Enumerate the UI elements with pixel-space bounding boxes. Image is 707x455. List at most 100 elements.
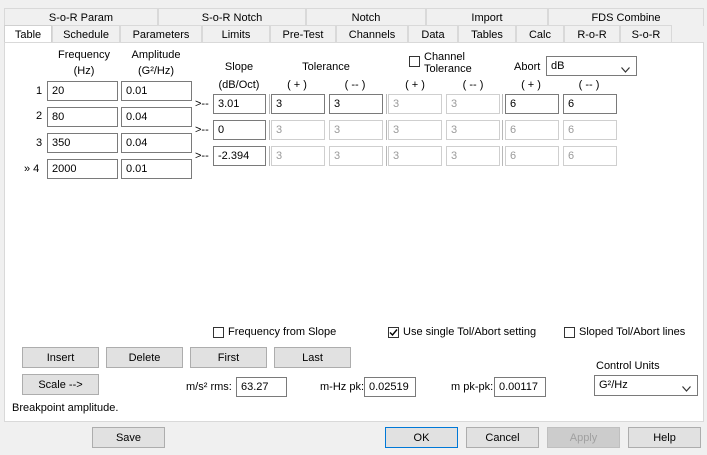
tab-schedule[interactable]: Schedule: [52, 25, 120, 43]
abort-plus-input[interactable]: 6: [505, 94, 559, 114]
channel-tolerance-label-2: Tolerance: [424, 63, 472, 75]
ch-minus-input: 3: [446, 146, 500, 166]
save-button[interactable]: Save: [92, 427, 165, 448]
frequency-input[interactable]: 2000: [47, 159, 118, 179]
divider: [269, 146, 270, 166]
cancel-button[interactable]: Cancel: [466, 427, 539, 448]
frequency-from-slope-label: Frequency from Slope: [228, 326, 337, 338]
ch-minus-input: 3: [446, 94, 500, 114]
abort-plus-input: 6: [505, 120, 559, 140]
tab-data[interactable]: Data: [408, 25, 458, 43]
tolerance-header: Tolerance: [302, 61, 350, 73]
rms-value: 63.27: [236, 377, 287, 397]
frequency-from-slope-checkbox[interactable]: [213, 327, 224, 338]
pk-value: 0.02519: [364, 377, 416, 397]
tab-tables[interactable]: Tables: [458, 25, 516, 43]
tol-minus-input[interactable]: 3: [329, 94, 383, 114]
ch-plus-input: 3: [388, 94, 442, 114]
segment-arrow: >--: [195, 124, 209, 136]
abort-unit-select[interactable]: dB: [546, 56, 637, 76]
tol-plus-input[interactable]: 3: [271, 94, 325, 114]
abort-minus-input: 6: [563, 146, 617, 166]
abort-plus-header: ( + ): [521, 79, 541, 91]
tab-parameters[interactable]: Parameters: [120, 25, 202, 43]
tab-table[interactable]: Table: [4, 25, 52, 43]
tol-minus-input: 3: [329, 146, 383, 166]
ch-minus-input: 3: [446, 120, 500, 140]
abort-unit-value: dB: [551, 60, 565, 72]
tab-sor-notch[interactable]: S-o-R Notch: [158, 8, 306, 26]
divider: [386, 146, 387, 166]
divider: [269, 120, 270, 140]
tol-plus-input: 3: [271, 120, 325, 140]
amplitude-input[interactable]: 0.01: [121, 81, 192, 101]
insert-button[interactable]: Insert: [22, 347, 99, 368]
tab-s-o-r[interactable]: S-o-R: [620, 25, 672, 43]
tab-fds-combine[interactable]: FDS Combine: [548, 8, 704, 26]
slope-unit: (dB/Oct): [218, 79, 260, 91]
frequency-input[interactable]: 20: [47, 81, 118, 101]
chevron-down-icon: [682, 380, 691, 398]
divider: [386, 120, 387, 140]
abort-plus-input: 6: [505, 146, 559, 166]
frequency-header: Frequency: [58, 49, 110, 61]
divider: [502, 146, 503, 166]
frequency-input[interactable]: 80: [47, 107, 118, 127]
amplitude-unit: (G²/Hz): [137, 65, 175, 77]
sloped-tol-label: Sloped Tol/Abort lines: [579, 326, 686, 338]
slope-input[interactable]: 0: [213, 120, 266, 140]
slope-input[interactable]: 3.01: [213, 94, 266, 114]
tab-pre-test[interactable]: Pre-Test: [270, 25, 336, 43]
amplitude-input[interactable]: 0.04: [121, 133, 192, 153]
tab-row-top: S-o-R Param S-o-R Notch Notch Import FDS…: [4, 8, 704, 26]
divider: [502, 94, 503, 114]
delete-button[interactable]: Delete: [106, 347, 183, 368]
last-button[interactable]: Last: [274, 347, 351, 368]
ch-minus-header: ( -- ): [462, 79, 484, 91]
single-tol-checkbox[interactable]: [388, 327, 399, 338]
tab-channels[interactable]: Channels: [336, 25, 408, 43]
amplitude-header: Amplitude: [131, 49, 181, 61]
abort-minus-input[interactable]: 6: [563, 94, 617, 114]
divider: [269, 94, 270, 114]
help-button[interactable]: Help: [628, 427, 701, 448]
sloped-tol-checkbox[interactable]: [564, 327, 575, 338]
control-units-select[interactable]: G²/Hz: [594, 375, 698, 396]
ok-button[interactable]: OK: [385, 427, 458, 448]
slope-input[interactable]: -2.394: [213, 146, 266, 166]
channel-tolerance-checkbox[interactable]: [409, 56, 420, 67]
checkmark-icon: [389, 329, 398, 337]
row-number: 3: [36, 137, 43, 149]
chevron-down-icon: [621, 61, 630, 79]
ch-plus-header: ( + ): [405, 79, 425, 91]
tab-import[interactable]: Import: [426, 8, 548, 26]
abort-header: Abort: [514, 61, 541, 73]
tab-sor-param[interactable]: S-o-R Param: [4, 8, 158, 26]
channel-tolerance-label-1: Channel: [424, 51, 465, 63]
segment-arrow: >--: [195, 150, 209, 162]
tol-minus-header: ( -- ): [344, 79, 366, 91]
row-number: 1: [36, 85, 43, 97]
tab-calc[interactable]: Calc: [516, 25, 564, 43]
scale-button[interactable]: Scale -->: [22, 374, 99, 395]
divider: [502, 120, 503, 140]
tab-limits[interactable]: Limits: [202, 25, 270, 43]
amplitude-input[interactable]: 0.04: [121, 107, 192, 127]
single-tol-label: Use single Tol/Abort setting: [403, 326, 537, 338]
tol-plus-header: ( + ): [287, 79, 307, 91]
control-units-label: Control Units: [596, 360, 660, 372]
ch-plus-input: 3: [388, 146, 442, 166]
pk-label: m-Hz pk:: [320, 381, 364, 393]
ch-plus-input: 3: [388, 120, 442, 140]
abort-minus-header: ( -- ): [578, 79, 600, 91]
tab-r-o-r[interactable]: R-o-R: [564, 25, 620, 43]
segment-arrow: >--: [195, 98, 209, 110]
pkpk-label: m pk-pk:: [451, 381, 494, 393]
amplitude-input[interactable]: 0.01: [121, 159, 192, 179]
first-button[interactable]: First: [190, 347, 267, 368]
frequency-input[interactable]: 350: [47, 133, 118, 153]
row-number: 2: [36, 110, 43, 122]
tol-minus-input: 3: [329, 120, 383, 140]
abort-minus-input: 6: [563, 120, 617, 140]
tab-notch[interactable]: Notch: [306, 8, 426, 26]
